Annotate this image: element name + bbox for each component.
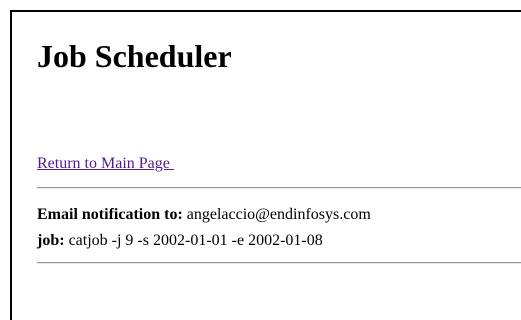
email-notification-label: Email notification to: bbox=[37, 206, 183, 223]
job-value: catjob -j 9 -s 2002-01-01 -e 2002-01-08 bbox=[68, 232, 323, 249]
return-to-main-page-link[interactable]: Return to Main Page bbox=[37, 154, 174, 174]
job-label: job: bbox=[37, 232, 65, 249]
email-notification-value: angelaccio@endinfosys.com bbox=[186, 206, 371, 223]
job-line: job: catjob -j 9 -s 2002-01-01 -e 2002-0… bbox=[37, 231, 323, 251]
email-notification-line: Email notification to: angelaccio@endinf… bbox=[37, 205, 371, 225]
divider bbox=[37, 262, 521, 264]
page-title: Job Scheduler bbox=[37, 38, 232, 74]
divider bbox=[37, 187, 521, 189]
